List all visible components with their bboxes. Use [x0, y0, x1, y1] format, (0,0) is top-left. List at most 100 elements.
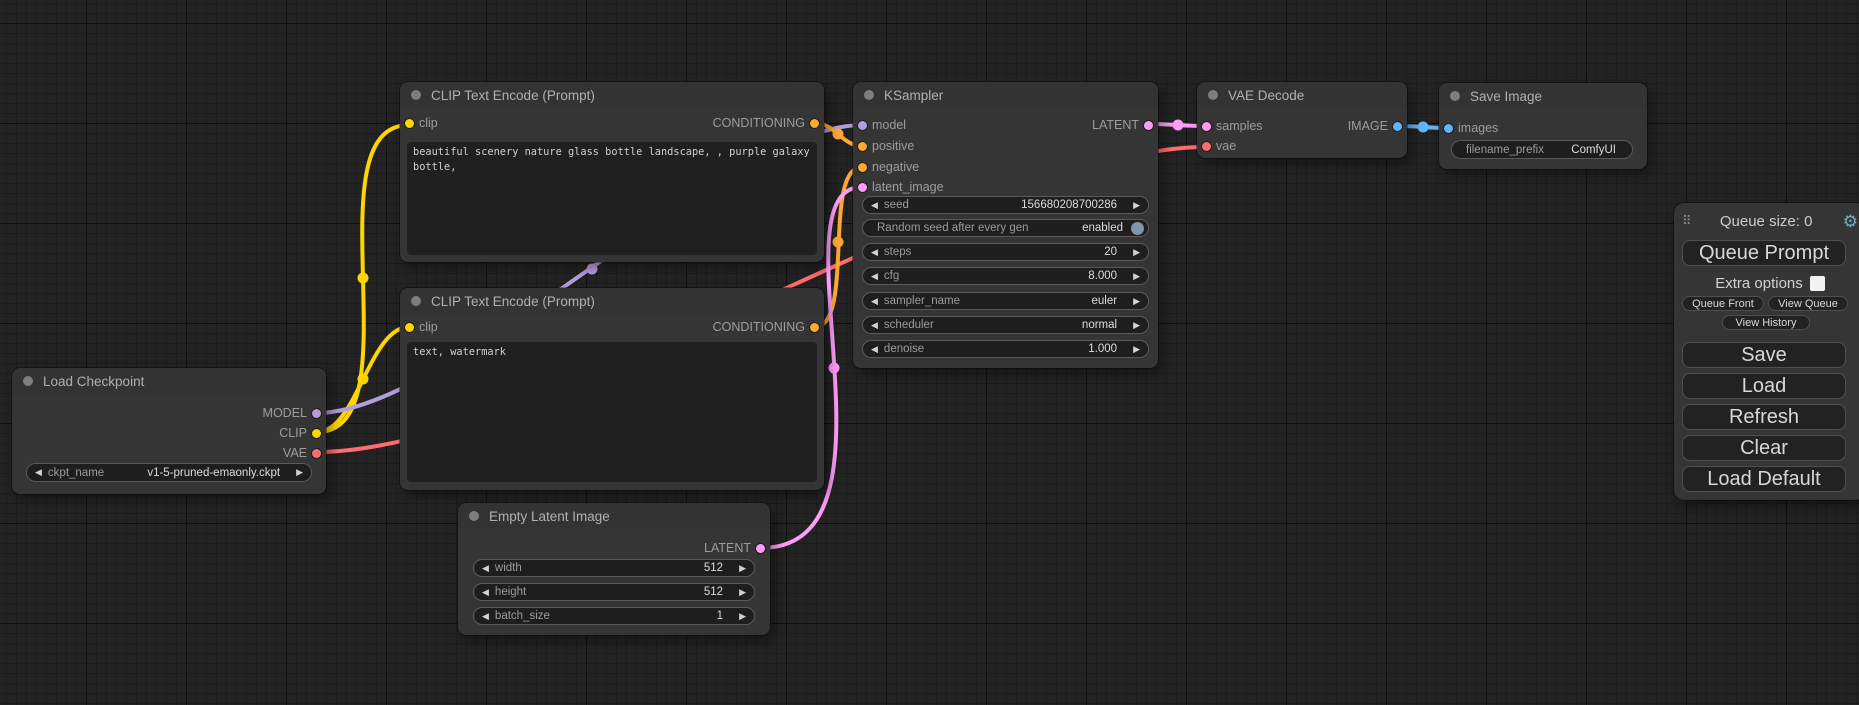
increment-arrow-icon[interactable]: ▶ — [1133, 272, 1140, 281]
increment-arrow-icon[interactable]: ▶ — [739, 612, 746, 621]
decrement-arrow-icon[interactable]: ◀ — [35, 468, 42, 477]
port-label: MODEL — [263, 406, 307, 420]
height-widget[interactable]: ◀ height 512 ▶ — [473, 583, 755, 601]
decrement-arrow-icon[interactable]: ◀ — [482, 612, 489, 621]
clip-port-dot[interactable] — [312, 429, 321, 438]
node-title-bar[interactable]: Save Image — [1439, 83, 1647, 109]
increment-arrow-icon[interactable]: ▶ — [1133, 248, 1140, 257]
image-port-dot[interactable] — [1444, 124, 1453, 133]
batch-size-widget[interactable]: ◀ batch_size 1 ▶ — [473, 607, 755, 625]
denoise-widget[interactable]: ◀ denoise 1.000 ▶ — [862, 340, 1149, 358]
increment-arrow-icon[interactable]: ▶ — [739, 564, 746, 573]
node-empty-latent-image[interactable]: Empty Latent Image LATENT ◀ width 512 ▶ … — [458, 503, 770, 635]
refresh-button[interactable]: Refresh — [1682, 404, 1846, 430]
conditioning-port-dot[interactable] — [810, 119, 819, 128]
conditioning-port-dot[interactable] — [858, 142, 867, 151]
node-save-image[interactable]: Save Image images filename_prefix ComfyU… — [1439, 83, 1647, 169]
queue-front-button[interactable]: Queue Front — [1682, 296, 1764, 311]
node-title-bar[interactable]: CLIP Text Encode (Prompt) — [400, 288, 824, 314]
node-title-bar[interactable]: VAE Decode — [1197, 82, 1407, 108]
increment-arrow-icon[interactable]: ▶ — [296, 468, 303, 477]
load-default-button[interactable]: Load Default — [1682, 466, 1846, 492]
button-label: Queue Front — [1692, 298, 1754, 310]
decrement-arrow-icon[interactable]: ◀ — [482, 588, 489, 597]
decrement-arrow-icon[interactable]: ◀ — [482, 564, 489, 573]
increment-arrow-icon[interactable]: ▶ — [1133, 201, 1140, 210]
input-port-clip: clip — [400, 113, 438, 133]
decrement-arrow-icon[interactable]: ◀ — [871, 321, 878, 330]
positive-prompt-textarea[interactable]: beautiful scenery nature glass bottle la… — [407, 142, 817, 255]
steps-widget[interactable]: ◀ steps 20 ▶ — [862, 243, 1149, 261]
decrement-arrow-icon[interactable]: ◀ — [871, 201, 878, 210]
settings-gear-icon[interactable]: ⚙ — [1843, 213, 1858, 230]
increment-arrow-icon[interactable]: ▶ — [1133, 345, 1140, 354]
queue-prompt-button[interactable]: Queue Prompt — [1682, 240, 1846, 266]
widget-label: width — [495, 562, 522, 574]
clip-port-dot[interactable] — [405, 119, 414, 128]
scheduler-widget[interactable]: ◀ scheduler normal ▶ — [862, 316, 1149, 334]
node-vae-decode[interactable]: VAE Decode samples vae IMAGE — [1197, 82, 1407, 158]
latent-port-dot[interactable] — [756, 544, 765, 553]
vae-port-dot[interactable] — [1202, 142, 1211, 151]
collapse-dot-icon[interactable] — [23, 376, 33, 386]
vae-port-dot[interactable] — [312, 449, 321, 458]
link-dot — [833, 237, 844, 248]
node-title-bar[interactable]: CLIP Text Encode (Prompt) — [400, 82, 824, 108]
clear-button[interactable]: Clear — [1682, 435, 1846, 461]
extra-options-checkbox[interactable] — [1810, 276, 1825, 291]
view-queue-button[interactable]: View Queue — [1768, 296, 1848, 311]
collapse-dot-icon[interactable] — [1208, 90, 1218, 100]
image-port-dot[interactable] — [1393, 122, 1402, 131]
seed-widget[interactable]: ◀ seed 156680208700286 ▶ — [862, 196, 1149, 214]
input-port-model: model — [853, 115, 906, 135]
toggle-knob-icon[interactable] — [1131, 222, 1144, 235]
input-port-images: images — [1439, 118, 1498, 138]
widget-value: ComfyUI — [1571, 144, 1616, 156]
node-clip-text-encode-positive[interactable]: CLIP Text Encode (Prompt) clip CONDITION… — [400, 82, 824, 262]
link-dot — [1173, 120, 1184, 131]
model-port-dot[interactable] — [312, 409, 321, 418]
latent-port-dot[interactable] — [858, 183, 867, 192]
node-title-bar[interactable]: Empty Latent Image — [458, 503, 770, 529]
drag-handle-icon[interactable]: ⠿ — [1682, 213, 1690, 229]
button-label: Load — [1742, 375, 1787, 398]
load-button[interactable]: Load — [1682, 373, 1846, 399]
node-ksampler[interactable]: KSampler model positive negative latent_… — [853, 82, 1158, 368]
conditioning-port-dot[interactable] — [810, 323, 819, 332]
node-load-checkpoint[interactable]: Load Checkpoint MODEL CLIP VAE ◀ ckpt_na… — [12, 368, 326, 494]
node-clip-text-encode-negative[interactable]: CLIP Text Encode (Prompt) clip CONDITION… — [400, 288, 824, 490]
increment-arrow-icon[interactable]: ▶ — [1133, 321, 1140, 330]
model-port-dot[interactable] — [858, 121, 867, 130]
width-widget[interactable]: ◀ width 512 ▶ — [473, 559, 755, 577]
collapse-dot-icon[interactable] — [864, 90, 874, 100]
decrement-arrow-icon[interactable]: ◀ — [871, 297, 878, 306]
latent-port-dot[interactable] — [1144, 121, 1153, 130]
increment-arrow-icon[interactable]: ▶ — [1133, 297, 1140, 306]
port-label: model — [872, 118, 906, 132]
collapse-dot-icon[interactable] — [1450, 91, 1460, 101]
widget-value: euler — [1092, 295, 1118, 307]
filename-prefix-widget[interactable]: filename_prefix ComfyUI — [1451, 140, 1633, 159]
node-title-bar[interactable]: KSampler — [853, 82, 1158, 108]
collapse-dot-icon[interactable] — [411, 296, 421, 306]
save-button[interactable]: Save — [1682, 342, 1846, 368]
collapse-dot-icon[interactable] — [469, 511, 479, 521]
node-graph-canvas[interactable]: Load Checkpoint MODEL CLIP VAE ◀ ckpt_na… — [0, 0, 1859, 705]
conditioning-port-dot[interactable] — [858, 163, 867, 172]
sampler-name-widget[interactable]: ◀ sampler_name euler ▶ — [862, 292, 1149, 310]
clip-port-dot[interactable] — [405, 323, 414, 332]
cfg-widget[interactable]: ◀ cfg 8.000 ▶ — [862, 267, 1149, 285]
decrement-arrow-icon[interactable]: ◀ — [871, 248, 878, 257]
negative-prompt-textarea[interactable]: text, watermark — [407, 342, 817, 482]
view-history-button[interactable]: View History — [1722, 315, 1810, 330]
increment-arrow-icon[interactable]: ▶ — [739, 588, 746, 597]
latent-port-dot[interactable] — [1202, 122, 1211, 131]
decrement-arrow-icon[interactable]: ◀ — [871, 345, 878, 354]
decrement-arrow-icon[interactable]: ◀ — [871, 272, 878, 281]
collapse-dot-icon[interactable] — [411, 90, 421, 100]
ckpt-name-widget[interactable]: ◀ ckpt_name v1-5-pruned-emaonly.ckpt ▶ — [26, 463, 312, 482]
link-dot — [358, 374, 369, 385]
port-label: CONDITIONING — [713, 116, 805, 130]
random-seed-widget[interactable]: Random seed after every gen enabled — [862, 219, 1149, 237]
node-title-bar[interactable]: Load Checkpoint — [12, 368, 326, 394]
